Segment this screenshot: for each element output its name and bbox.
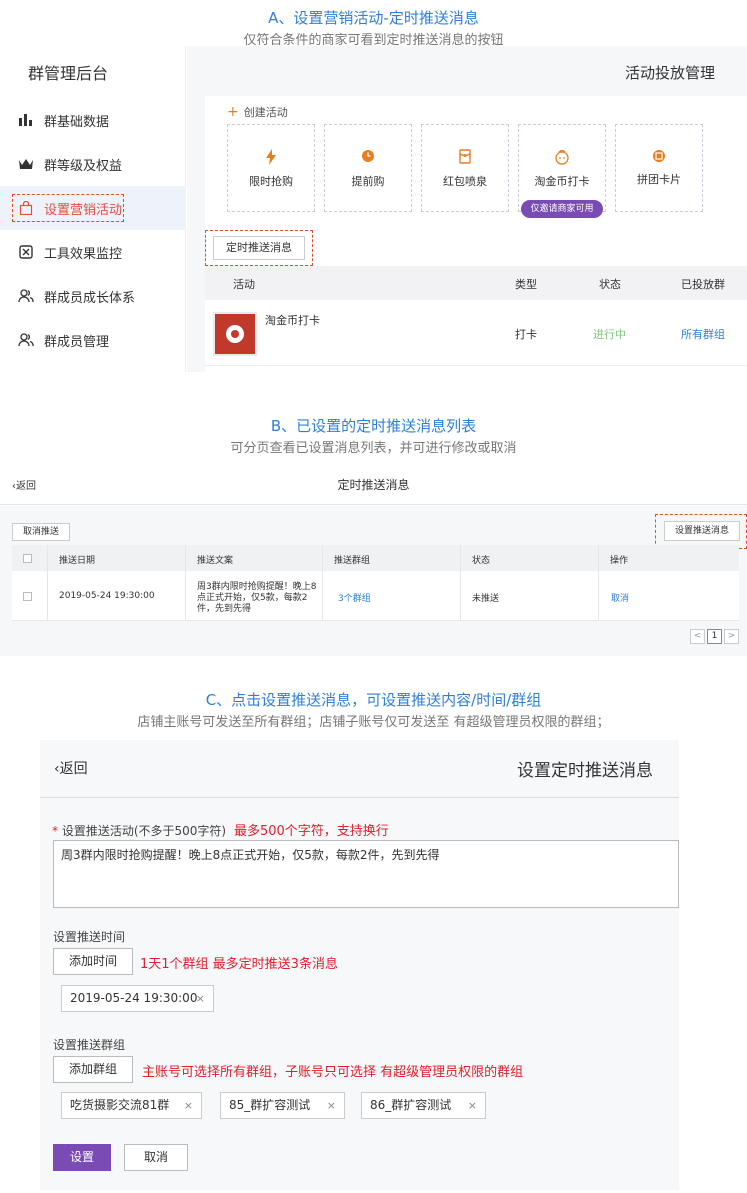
close-icon[interactable]: ×	[468, 1093, 477, 1118]
create-activity-link[interactable]: + 创建活动	[227, 104, 288, 120]
coin-icon	[519, 149, 605, 165]
section-c-subtitle: 店铺主账号可发送至所有群组；店铺子账号仅可发送至 有超级管理员权限的群组；	[137, 715, 610, 730]
section-b-subtitle: 可分页查看已设置消息列表，并可进行修改或取消	[230, 441, 517, 456]
header: ‹返回 设置定时推送消息	[40, 740, 679, 798]
submit-button[interactable]: 设置	[53, 1144, 111, 1171]
sidebar-item-label: 群成员管理	[44, 334, 110, 350]
highlight-box	[12, 194, 124, 222]
select-all-checkbox[interactable]	[23, 554, 32, 563]
pager-prev[interactable]: <	[690, 629, 705, 644]
sidebar-item-label: 群成员成长体系	[44, 290, 136, 306]
cancel-link[interactable]: 取消	[611, 591, 629, 604]
status-badge: 未推送	[472, 594, 500, 604]
page-title: 设置定时推送消息	[517, 761, 653, 781]
close-icon[interactable]: ×	[327, 1093, 336, 1118]
section-b-title: B、已设置的定时推送消息列表	[270, 417, 477, 435]
card-red-packet[interactable]: 红包喷泉	[421, 124, 509, 212]
plus-icon: +	[227, 104, 239, 120]
close-icon[interactable]: ×	[184, 1093, 193, 1118]
sidebar-title: 群管理后台	[28, 64, 109, 83]
set-push-button[interactable]: 设置推送消息	[664, 521, 740, 541]
back-link[interactable]: ‹返回	[54, 758, 88, 778]
table-header: 推送日期 推送文案 推送群组 状态 操作	[12, 545, 739, 571]
card-flash-sale[interactable]: 限时抢购	[227, 124, 315, 212]
invite-only-badge: 仅邀请商家可用	[521, 200, 603, 218]
crown-icon	[18, 156, 34, 172]
group-icon	[616, 149, 702, 165]
cancel-push-button[interactable]: 取消推送	[12, 523, 70, 541]
users-icon	[18, 332, 34, 348]
sidebar-item-label: 群基础数据	[44, 114, 110, 130]
pager-next[interactable]: >	[724, 629, 739, 644]
table-header: 活动 类型 状态 已投放群	[205, 266, 747, 300]
time-label: 设置推送时间	[53, 930, 126, 944]
sidebar-item-marketing[interactable]: 设置营销活动	[0, 186, 186, 230]
time-note: 1天1个群组 最多定时推送3条消息	[140, 957, 338, 972]
push-date: 2019-05-24 19:30:00	[59, 591, 155, 601]
activity-panel: + 创建活动 限时抢购 提前购 红包喷泉 淘金币打卡 拼团卡片 仅邀请商家可用 …	[205, 96, 747, 372]
card-early-buy[interactable]: 提前购	[324, 124, 412, 212]
activity-name: 淘金币打卡	[265, 314, 320, 327]
users-icon	[18, 288, 34, 304]
time-tag: 2019-05-24 19:30:00 ×	[61, 985, 214, 1012]
activity-type: 打卡	[515, 328, 537, 341]
list-body: 取消推送 设置推送消息 推送日期 推送文案 推送群组 状态 操作 2019-05…	[0, 506, 747, 656]
card-coin-checkin[interactable]: 淘金币打卡	[518, 124, 606, 212]
content-label: * 设置推送活动(不多于500字符) 最多500个字符，支持换行	[52, 824, 389, 839]
sidebar-item-label: 群等级及权益	[44, 158, 123, 174]
header: ‹返回 定时推送消息	[0, 465, 747, 505]
activity-thumbnail	[213, 312, 257, 356]
close-icon[interactable]: ×	[196, 986, 205, 1011]
section-b-screenshot: ‹返回 定时推送消息 取消推送 设置推送消息 推送日期 推送文案 推送群组 状态…	[0, 465, 747, 656]
bar-chart-icon	[18, 112, 34, 128]
page-title: 活动投放管理	[624, 64, 715, 82]
add-group-button[interactable]: 添加群组	[53, 1056, 133, 1083]
section-a-title: A、设置营销活动-定时推送消息	[268, 9, 479, 27]
push-copy-line: 件，先到先得	[197, 604, 252, 614]
monitor-icon	[18, 244, 34, 260]
add-time-button[interactable]: 添加时间	[53, 948, 133, 975]
cancel-button[interactable]: 取消	[124, 1144, 188, 1171]
sidebar: 群管理后台 群基础数据 群等级及权益 设置营销活动 工具效果监控 群成员成长体系…	[0, 46, 186, 372]
group-label: 设置推送群组	[53, 1038, 126, 1052]
section-a-screenshot: 群管理后台 群基础数据 群等级及权益 设置营销活动 工具效果监控 群成员成长体系…	[0, 46, 747, 372]
red-packet-icon	[422, 149, 508, 165]
lightning-icon	[228, 149, 314, 165]
content-note: 最多500个字符，支持换行	[233, 824, 389, 839]
group-note: 主账号可选择所有群组，子账号只可选择 有超级管理员权限的群组	[142, 1065, 524, 1080]
section-c-title: C、点击设置推送消息，可设置推送内容/时间/群组	[205, 691, 542, 709]
section-c-screenshot: ‹返回 设置定时推送消息 * 设置推送活动(不多于500字符) 最多500个字符…	[40, 740, 679, 1190]
sidebar-item-monitor[interactable]: 工具效果监控	[0, 230, 186, 274]
groups-link[interactable]: 所有群组	[681, 326, 725, 342]
page-title: 定时推送消息	[337, 478, 410, 492]
sidebar-item-levels[interactable]: 群等级及权益	[0, 142, 186, 186]
group-tag: 85_群扩容测试 ×	[220, 1092, 345, 1119]
table-row[interactable]: 2019-05-24 19:30:00 周3群内限时抢购提醒！晚上8 点正式开始…	[12, 571, 739, 621]
sidebar-item-basic-data[interactable]: 群基础数据	[0, 98, 186, 142]
status-badge: 进行中	[593, 328, 626, 341]
schedule-push-button[interactable]: 定时推送消息	[213, 236, 305, 260]
group-tag: 吃货摄影交流81群 ×	[61, 1092, 202, 1119]
sidebar-item-members[interactable]: 群成员管理	[0, 318, 186, 362]
row-checkbox[interactable]	[23, 592, 32, 601]
groups-link[interactable]: 3个群组	[338, 591, 371, 604]
sidebar-item-label: 工具效果监控	[44, 246, 123, 262]
table-row[interactable]: 淘金币打卡 打卡 进行中 所有群组	[205, 300, 747, 366]
content-textarea[interactable]: 周3群内限时抢购提醒！晚上8点正式开始，仅5款，每款2件，先到先得	[53, 840, 679, 908]
clock-icon	[325, 149, 411, 165]
sidebar-item-growth[interactable]: 群成员成长体系	[0, 274, 186, 318]
group-tag: 86_群扩容测试 ×	[361, 1092, 486, 1119]
main-area: 活动投放管理 + 创建活动 限时抢购 提前购 红包喷泉 淘金币打卡 拼团卡片 仅…	[187, 46, 747, 372]
card-group-buy[interactable]: 拼团卡片	[615, 124, 703, 212]
pager-page[interactable]: 1	[707, 629, 722, 644]
